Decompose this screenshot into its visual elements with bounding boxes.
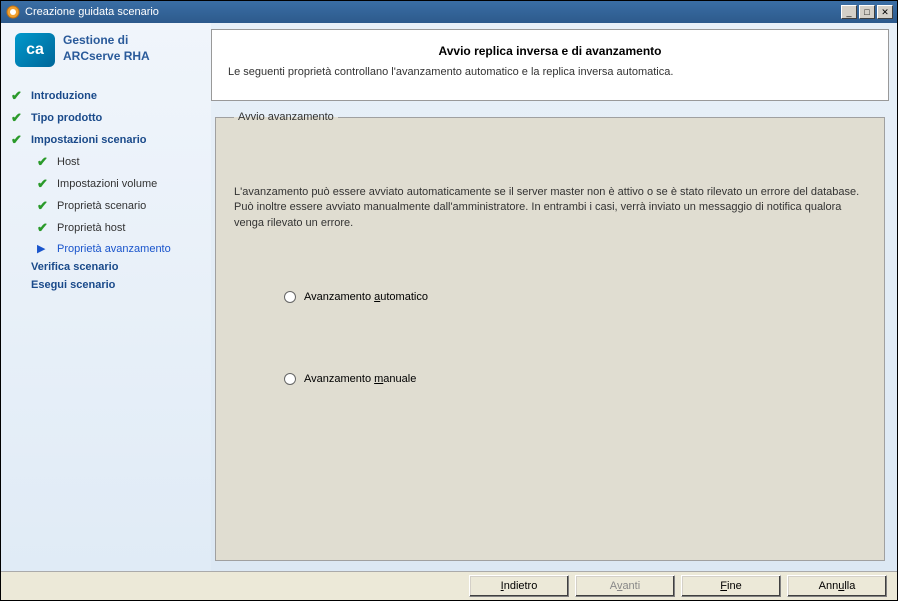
check-icon: ✔	[37, 176, 51, 192]
page-subtitle: Le seguenti proprietà controllano l'avan…	[228, 66, 872, 78]
group-description: L'avanzamento può essere avviato automat…	[234, 185, 866, 231]
page-title: Avvio replica inversa e di avanzamento	[228, 44, 872, 58]
arrow-icon: ▶	[37, 242, 51, 255]
next-button[interactable]: Avanti	[575, 575, 675, 597]
cancel-button[interactable]: Annulla	[787, 575, 887, 597]
nav-introduzione[interactable]: ✔Introduzione	[9, 85, 203, 107]
radio-avanzamento-automatico[interactable]: Avanzamento automatico	[234, 291, 866, 303]
footer: Indietro Avanti Fine Annulla	[1, 571, 897, 600]
window-controls: _ □ ✕	[841, 5, 893, 19]
nav-verifica-scenario[interactable]: Verifica scenario	[9, 258, 203, 276]
logo-icon: ca	[15, 33, 55, 67]
radio-label-manuale: Avanzamento manuale	[304, 373, 416, 385]
nav-proprieta-avanzamento[interactable]: ▶Proprietà avanzamento	[9, 239, 203, 258]
nav-tipo-prodotto[interactable]: ✔Tipo prodotto	[9, 107, 203, 129]
radio-avanzamento-manuale[interactable]: Avanzamento manuale	[234, 373, 866, 385]
check-icon: ✔	[37, 198, 51, 214]
app-icon	[5, 4, 21, 20]
avvio-avanzamento-group: Avvio avanzamento L'avanzamento può esse…	[215, 111, 885, 561]
radio-icon	[284, 373, 296, 385]
content-panel: Avvio replica inversa e di avanzamento L…	[211, 23, 897, 571]
nav-host[interactable]: ✔Host	[9, 151, 203, 173]
check-icon: ✔	[37, 220, 51, 236]
main-area: ca Gestione di ARCserve RHA ✔Introduzion…	[1, 23, 897, 571]
page-header: Avvio replica inversa e di avanzamento L…	[211, 29, 889, 101]
nav-proprieta-scenario[interactable]: ✔Proprietà scenario	[9, 195, 203, 217]
nav-impostazioni-volume[interactable]: ✔Impostazioni volume	[9, 173, 203, 195]
nav-impostazioni-scenario[interactable]: ✔Impostazioni scenario	[9, 129, 203, 151]
branding: ca Gestione di ARCserve RHA	[9, 33, 203, 67]
window-title: Creazione guidata scenario	[25, 6, 841, 18]
radio-icon	[284, 291, 296, 303]
minimize-button[interactable]: _	[841, 5, 857, 19]
finish-button[interactable]: Fine	[681, 575, 781, 597]
check-icon: ✔	[11, 110, 25, 126]
nav-esegui-scenario[interactable]: Esegui scenario	[9, 276, 203, 294]
close-button[interactable]: ✕	[877, 5, 893, 19]
nav-proprieta-host[interactable]: ✔Proprietà host	[9, 217, 203, 239]
back-button[interactable]: Indietro	[469, 575, 569, 597]
radio-label-automatico: Avanzamento automatico	[304, 291, 428, 303]
titlebar: Creazione guidata scenario _ □ ✕	[1, 1, 897, 23]
sidebar: ca Gestione di ARCserve RHA ✔Introduzion…	[1, 23, 211, 571]
check-icon: ✔	[37, 154, 51, 170]
maximize-button[interactable]: □	[859, 5, 875, 19]
product-name: Gestione di ARCserve RHA	[63, 33, 150, 64]
check-icon: ✔	[11, 88, 25, 104]
check-icon: ✔	[11, 132, 25, 148]
group-legend: Avvio avanzamento	[234, 111, 338, 123]
